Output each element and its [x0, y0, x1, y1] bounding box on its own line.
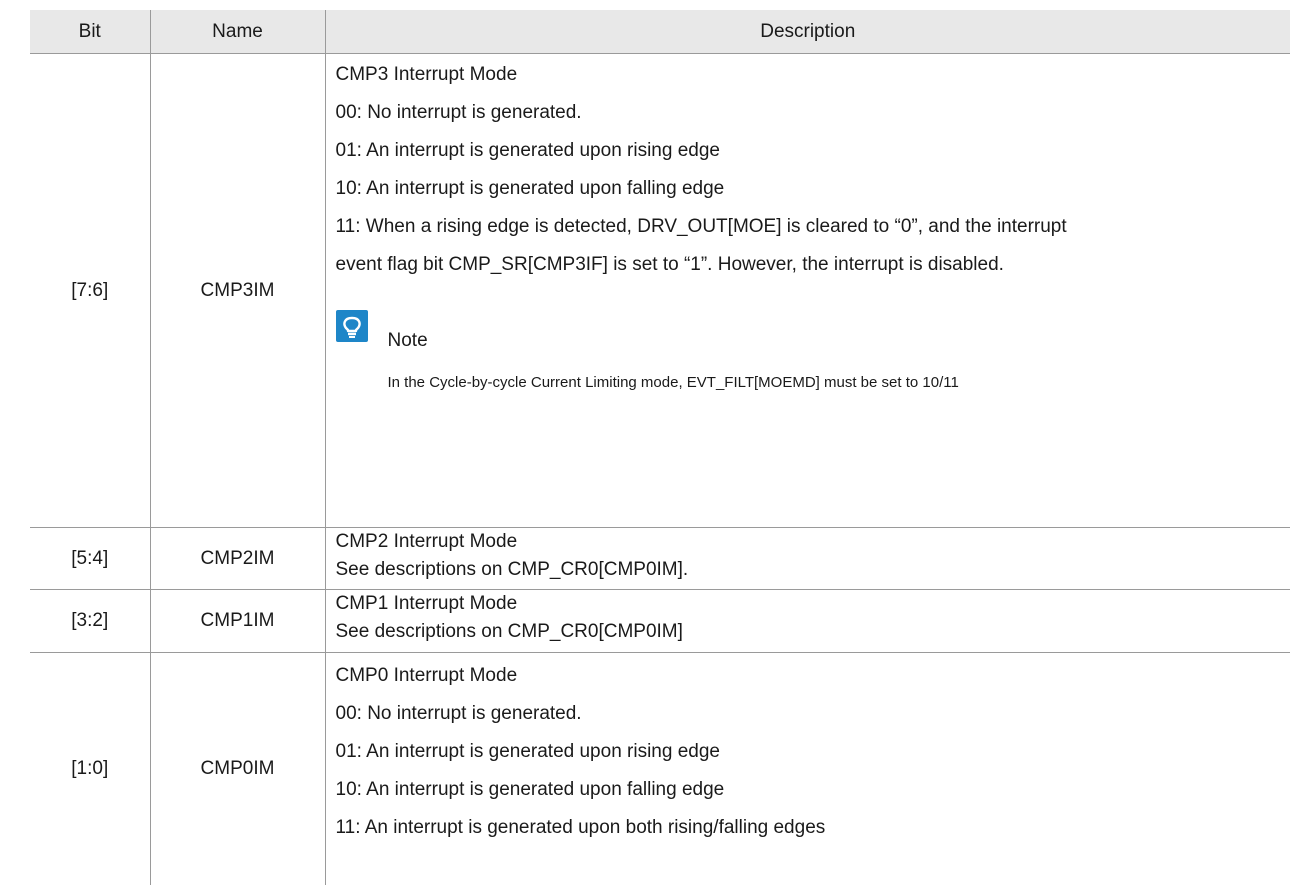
description-line: See descriptions on CMP_CR0[CMP0IM]. [336, 556, 1291, 584]
bit-cell: [3:2] [30, 590, 150, 653]
description-line: 10: An interrupt is generated upon falli… [336, 170, 1291, 208]
description-line: 00: No interrupt is generated. [336, 695, 1291, 733]
name-cell: CMP1IM [150, 590, 325, 653]
table-header-row: Bit Name Description [30, 10, 1290, 54]
description-cell: CMP0 Interrupt Mode 00: No interrupt is … [325, 653, 1290, 885]
description-line: CMP3 Interrupt Mode [336, 56, 1291, 94]
description-line: CMP2 Interrupt Mode [336, 528, 1291, 556]
description-cell: CMP2 Interrupt Mode See descriptions on … [325, 528, 1290, 590]
description-line: 11: When a rising edge is detected, DRV_… [336, 208, 1291, 246]
table-row: [1:0] CMP0IM CMP0 Interrupt Mode 00: No … [30, 653, 1290, 885]
description-cell: CMP3 Interrupt Mode 00: No interrupt is … [325, 54, 1290, 528]
description-line: See descriptions on CMP_CR0[CMP0IM] [336, 618, 1291, 646]
header-description: Description [325, 10, 1290, 54]
description-line: event flag bit CMP_SR[CMP3IF] is set to … [336, 246, 1291, 284]
table-row: [7:6] CMP3IM CMP3 Interrupt Mode 00: No … [30, 54, 1290, 528]
note-callout: Note In the Cycle-by-cycle Current Limit… [336, 310, 1291, 380]
table-row: [5:4] CMP2IM CMP2 Interrupt Mode See des… [30, 528, 1290, 590]
header-name: Name [150, 10, 325, 54]
description-line: 01: An interrupt is generated upon risin… [336, 132, 1291, 170]
name-cell: CMP2IM [150, 528, 325, 590]
lightbulb-icon [336, 310, 368, 342]
bit-cell: [1:0] [30, 653, 150, 885]
bit-cell: [7:6] [30, 54, 150, 528]
table-row: [3:2] CMP1IM CMP1 Interrupt Mode See des… [30, 590, 1290, 653]
description-line: 00: No interrupt is generated. [336, 94, 1291, 132]
bit-cell: [5:4] [30, 528, 150, 590]
register-table: Bit Name Description [7:6] CMP3IM CMP3 I… [30, 10, 1290, 885]
description-line: CMP1 Interrupt Mode [336, 590, 1291, 618]
description-line: 10: An interrupt is generated upon falli… [336, 771, 1291, 809]
name-cell: CMP0IM [150, 653, 325, 885]
name-cell: CMP3IM [150, 54, 325, 528]
description-line: 11: An interrupt is generated upon both … [336, 809, 1291, 847]
note-title: Note [388, 330, 428, 352]
header-bit: Bit [30, 10, 150, 54]
note-text: In the Cycle-by-cycle Current Limiting m… [388, 374, 959, 391]
description-line: 01: An interrupt is generated upon risin… [336, 733, 1291, 771]
description-cell: CMP1 Interrupt Mode See descriptions on … [325, 590, 1290, 653]
description-line: CMP0 Interrupt Mode [336, 657, 1291, 695]
